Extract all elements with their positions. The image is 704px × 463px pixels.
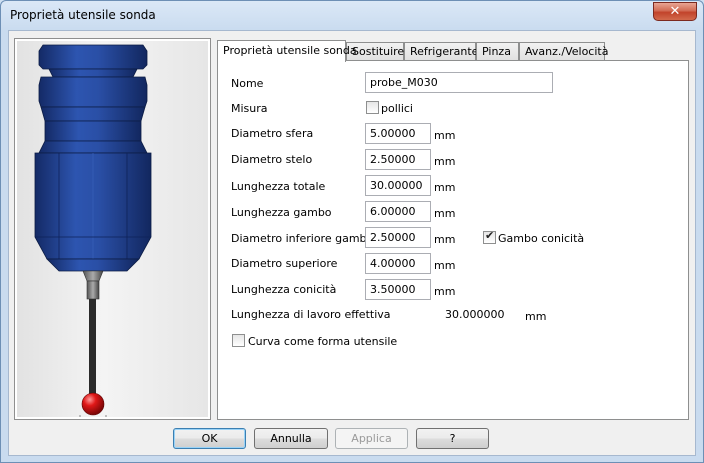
dialog-window: Proprietà utensile sonda ✕ Proprietà ute…: [0, 0, 704, 463]
diametro-inferiore-gambo-unit: mm: [434, 233, 456, 246]
curva-checkbox[interactable]: [232, 334, 245, 347]
dialog-client-area: Proprietà utensile sonda Sostituire Refr…: [8, 30, 696, 456]
help-button[interactable]: ?: [416, 428, 489, 449]
probe-preview: [14, 38, 211, 420]
lunghezza-conicita-input[interactable]: 3.50000: [365, 279, 431, 300]
diametro-inferiore-gambo-input[interactable]: 2.50000: [365, 227, 431, 248]
lunghezza-gambo-input[interactable]: 6.00000: [365, 201, 431, 222]
applica-button[interactable]: Applica: [335, 428, 408, 449]
probe-bottom-cap: [46, 258, 140, 272]
probe-drawing: [34, 44, 152, 417]
preview-background: [17, 41, 208, 417]
tab-pinza[interactable]: Pinza: [476, 42, 519, 61]
lunghezza-lavoro-label: Lunghezza di lavoro effettiva: [231, 308, 391, 321]
probe-neck: [48, 68, 138, 78]
lunghezza-totale-label: Lunghezza totale: [231, 180, 326, 193]
diametro-sfera-label: Diametro sfera: [231, 127, 314, 140]
lunghezza-gambo-label: Lunghezza gambo: [231, 206, 332, 219]
pollici-label: pollici: [381, 102, 413, 115]
window-title: Proprietà utensile sonda: [10, 8, 156, 22]
probe-stylus: [89, 299, 96, 399]
tab-avanz-velocita[interactable]: Avanz./Velocità: [519, 42, 608, 61]
probe-second-collar: [38, 76, 148, 108]
lunghezza-lavoro-value: 30.000000: [445, 308, 505, 321]
probe-stem-shank: [86, 280, 100, 300]
probe-waist: [40, 106, 146, 122]
lunghezza-gambo-unit: mm: [434, 207, 456, 220]
probe-flare: [38, 140, 148, 154]
close-button[interactable]: ✕: [653, 2, 697, 21]
lunghezza-conicita-unit: mm: [434, 285, 456, 298]
probe-ball: [81, 392, 105, 416]
diametro-inferiore-gambo-label: Diametro inferiore gambo: [231, 232, 374, 245]
misura-label: Misura: [231, 102, 268, 115]
nome-input[interactable]: probe_M030: [365, 72, 553, 93]
gambo-conicita-checkbox[interactable]: [483, 229, 496, 244]
probe-stem-cone: [82, 270, 104, 282]
tab-refrigerante[interactable]: Refrigerante: [404, 42, 478, 61]
close-icon: ✕: [669, 4, 681, 19]
diametro-sfera-input[interactable]: 5.00000: [365, 123, 431, 144]
lunghezza-totale-input[interactable]: 30.00000: [365, 175, 431, 196]
tab-proprieta[interactable]: Proprietà utensile sonda: [217, 40, 357, 62]
tab-panel: Nome probe_M030 Misura pollici Diametro …: [217, 60, 689, 420]
curva-label: Curva come forma utensile: [248, 335, 398, 348]
diametro-superiore-input[interactable]: 4.00000: [365, 253, 431, 274]
diametro-stelo-unit: mm: [434, 155, 456, 168]
lunghezza-totale-unit: mm: [434, 181, 456, 194]
diametro-sfera-unit: mm: [434, 129, 456, 142]
diametro-superiore-label: Diametro superiore: [231, 257, 338, 270]
probe-top-collar: [38, 44, 148, 70]
diametro-stelo-label: Diametro stelo: [231, 153, 313, 166]
lunghezza-conicita-label: Lunghezza conicità: [231, 283, 337, 296]
ok-button[interactable]: OK: [173, 428, 246, 449]
pollici-checkbox[interactable]: [366, 101, 379, 114]
diametro-stelo-input[interactable]: 2.50000: [365, 149, 431, 170]
diametro-superiore-unit: mm: [434, 259, 456, 272]
gambo-conicita-label: Gambo conicità: [498, 232, 585, 245]
lunghezza-lavoro-unit: mm: [525, 310, 547, 323]
title-bar[interactable]: Proprietà utensile sonda ✕: [1, 1, 703, 31]
annulla-button[interactable]: Annulla: [254, 428, 328, 449]
nome-label: Nome: [231, 77, 264, 90]
probe-waist-band: [44, 120, 142, 142]
